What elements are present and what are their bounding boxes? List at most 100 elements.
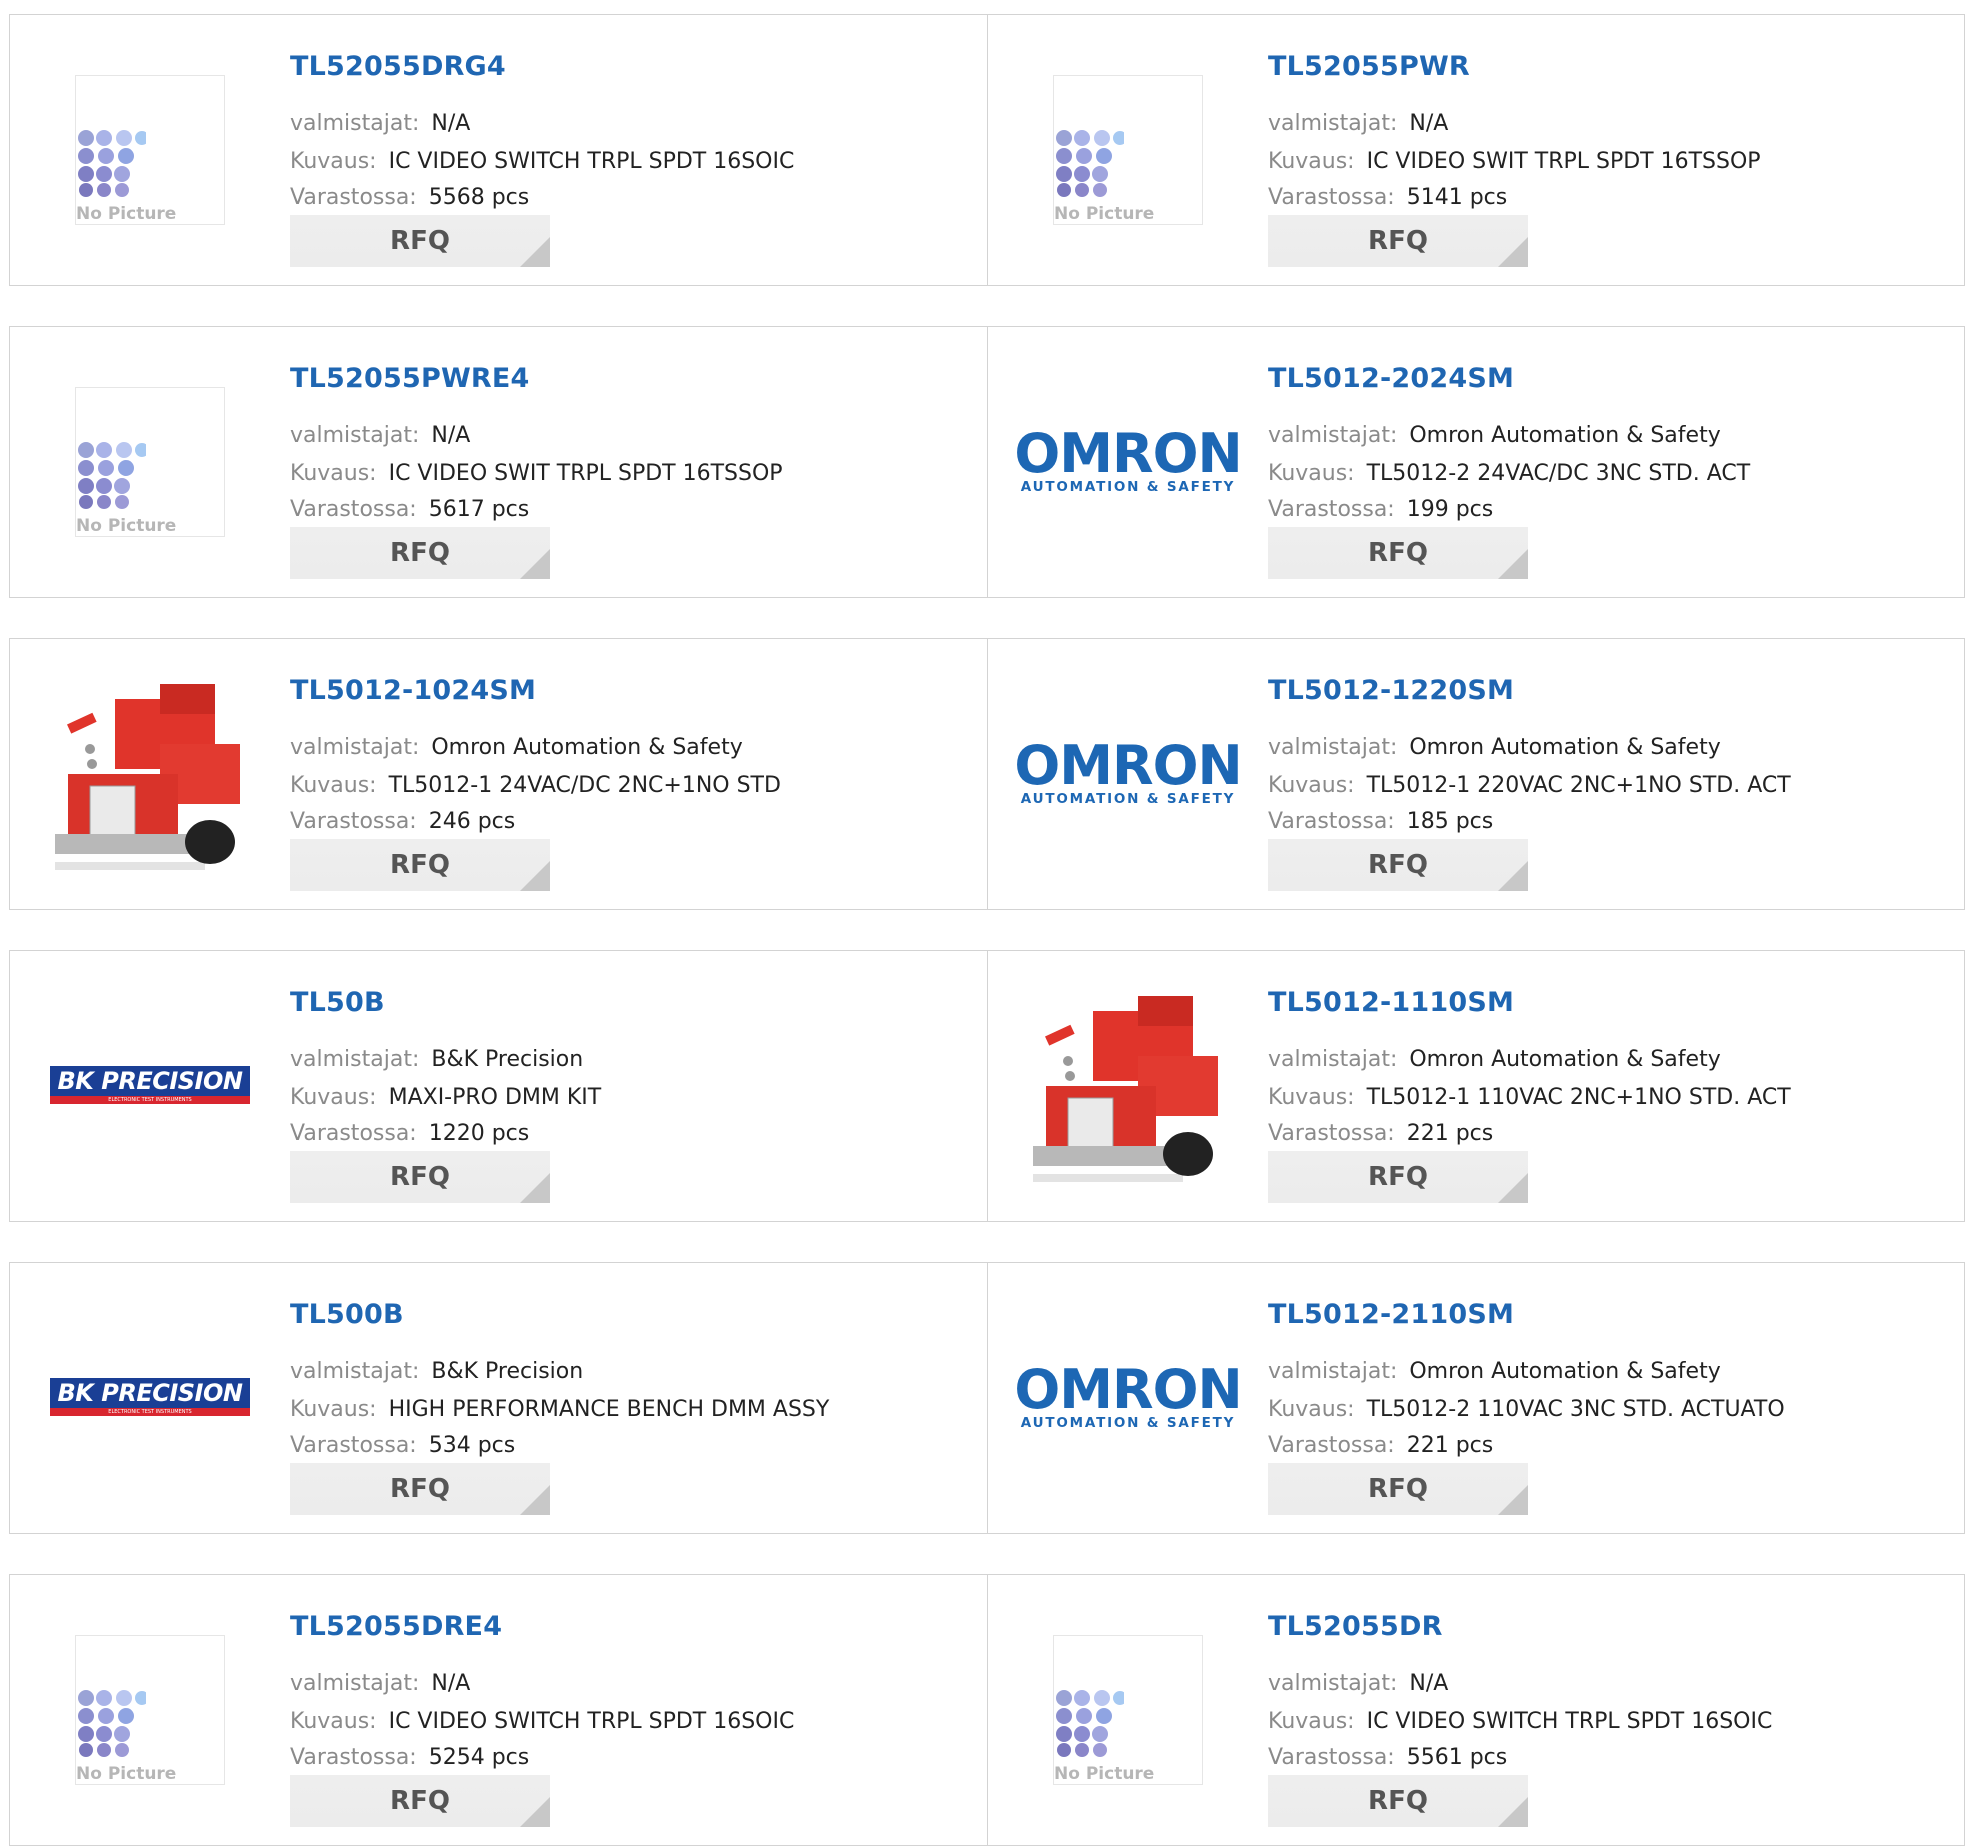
product-part-link[interactable]: TL52055DR <box>1268 1611 1443 1642</box>
product-image[interactable]: No Picture <box>50 387 250 537</box>
stock-line: Varastossa: 221 pcs <box>1268 1435 1493 1457</box>
description-value: MAXI-PRO DMM KIT <box>388 1085 602 1110</box>
safety-switch-photo <box>55 684 240 870</box>
product-card: No Picture TL52055DRG4 valmistajat: N/A K… <box>9 14 988 286</box>
bk-wordmark: BK PRECISION <box>50 1066 250 1096</box>
product-image[interactable]: No Picture <box>50 75 250 225</box>
stock-label: Varastossa: <box>1268 1121 1395 1146</box>
rfq-button[interactable]: RFQ <box>290 1151 550 1203</box>
corner-triangle-icon <box>520 861 550 891</box>
no-picture-text: No Picture <box>76 1764 185 1784</box>
rfq-label: RFQ <box>1368 1786 1428 1816</box>
corner-triangle-icon <box>1498 1485 1528 1515</box>
product-image[interactable]: OMRON AUTOMATION & SAFETY <box>1014 1323 1242 1473</box>
product-part-link[interactable]: TL5012-1220SM <box>1268 675 1514 706</box>
stock-label: Varastossa: <box>290 1433 417 1458</box>
rfq-button[interactable]: RFQ <box>290 527 550 579</box>
rfq-button[interactable]: RFQ <box>1268 1775 1528 1827</box>
product-image[interactable] <box>50 684 250 870</box>
description-label: Kuvaus: <box>290 773 377 798</box>
manufacturer-label: valmistajat: <box>290 1671 420 1696</box>
rfq-label: RFQ <box>390 1162 450 1192</box>
rfq-button[interactable]: RFQ <box>1268 1463 1528 1515</box>
rfq-label: RFQ <box>1368 1474 1428 1504</box>
corner-triangle-icon <box>520 1797 550 1827</box>
stock-line: Varastossa: 246 pcs <box>290 811 515 833</box>
description-label: Kuvaus: <box>1268 1397 1355 1422</box>
stock-label: Varastossa: <box>290 1745 417 1770</box>
stock-line: Varastossa: 534 pcs <box>290 1435 515 1457</box>
product-part-link[interactable]: TL52055DRE4 <box>290 1611 502 1642</box>
product-image[interactable]: OMRON AUTOMATION & SAFETY <box>1014 387 1242 537</box>
stock-line: Varastossa: 5568 pcs <box>290 187 529 209</box>
stock-line: Varastossa: 5561 pcs <box>1268 1747 1507 1769</box>
product-image[interactable]: OMRON AUTOMATION & SAFETY <box>1014 699 1242 849</box>
manufacturer-label: valmistajat: <box>290 735 420 760</box>
stock-line: Varastossa: 5617 pcs <box>290 499 529 521</box>
manufacturer-value: N/A <box>431 1671 471 1696</box>
manufacturer-label: valmistajat: <box>1268 735 1398 760</box>
rfq-button[interactable]: RFQ <box>290 1463 550 1515</box>
product-part-link[interactable]: TL50B <box>290 987 385 1018</box>
corner-triangle-icon <box>1498 1797 1528 1827</box>
stock-value: 221 pcs <box>1406 1121 1494 1146</box>
description-value: IC VIDEO SWIT TRPL SPDT 16TSSOP <box>388 461 783 486</box>
manufacturer-label: valmistajat: <box>1268 1359 1398 1384</box>
no-picture-placeholder: No Picture <box>1053 75 1203 225</box>
rfq-button[interactable]: RFQ <box>290 1775 550 1827</box>
product-image[interactable]: BK PRECISION ELECTRONIC TEST INSTRUMENTS <box>50 1323 250 1473</box>
bk-precision-logo: BK PRECISION ELECTRONIC TEST INSTRUMENTS <box>50 1378 250 1418</box>
manufacturer-value: N/A <box>431 111 471 136</box>
product-card: BK PRECISION ELECTRONIC TEST INSTRUMENTS … <box>9 950 988 1222</box>
description-value: IC VIDEO SWITCH TRPL SPDT 16SOIC <box>388 1709 795 1734</box>
product-part-link[interactable]: TL52055PWRE4 <box>290 363 530 394</box>
rfq-button[interactable]: RFQ <box>290 839 550 891</box>
manufacturer-value: Omron Automation & Safety <box>1409 1359 1721 1384</box>
product-image[interactable]: No Picture <box>1028 1635 1228 1785</box>
product-image[interactable] <box>1028 996 1228 1182</box>
product-part-link[interactable]: TL5012-1110SM <box>1268 987 1514 1018</box>
rfq-button[interactable]: RFQ <box>1268 215 1528 267</box>
stock-label: Varastossa: <box>290 809 417 834</box>
rfq-button[interactable]: RFQ <box>290 215 550 267</box>
description-value: TL5012-1 24VAC/DC 2NC+1NO STD <box>388 773 781 798</box>
manufacturer-line: valmistajat: Omron Automation & Safety <box>1268 425 1721 447</box>
manufacturer-value: B&K Precision <box>431 1047 584 1072</box>
description-line: Kuvaus: IC VIDEO SWITCH TRPL SPDT 16SOIC <box>1268 1711 1772 1733</box>
manufacturer-label: valmistajat: <box>290 111 420 136</box>
description-value: TL5012-2 110VAC 3NC STD. ACTUATO <box>1366 1397 1785 1422</box>
product-row: No Picture TL52055DRE4 valmistajat: N/A K… <box>9 1574 1965 1846</box>
manufacturer-value: Omron Automation & Safety <box>1409 1047 1721 1072</box>
product-part-link[interactable]: TL52055PWR <box>1268 51 1470 82</box>
description-line: Kuvaus: TL5012-1 24VAC/DC 2NC+1NO STD <box>290 775 781 797</box>
corner-triangle-icon <box>1498 549 1528 579</box>
product-part-link[interactable]: TL52055DRG4 <box>290 51 506 82</box>
omron-tagline: AUTOMATION & SAFETY <box>1020 1415 1236 1431</box>
manufacturer-value: Omron Automation & Safety <box>431 735 743 760</box>
rfq-button[interactable]: RFQ <box>1268 1151 1528 1203</box>
description-line: Kuvaus: MAXI-PRO DMM KIT <box>290 1087 601 1109</box>
corner-triangle-icon <box>1498 237 1528 267</box>
rfq-button[interactable]: RFQ <box>1268 527 1528 579</box>
product-card: No Picture TL52055DR valmistajat: N/A Kuv… <box>987 1574 1965 1846</box>
no-picture-placeholder: No Picture <box>1053 1635 1203 1785</box>
omron-wordmark: OMRON <box>1014 734 1242 797</box>
product-part-link[interactable]: TL5012-2110SM <box>1268 1299 1514 1330</box>
omron-logo: OMRON AUTOMATION & SAFETY <box>1014 427 1242 496</box>
stock-value: 246 pcs <box>428 809 516 834</box>
omron-tagline: AUTOMATION & SAFETY <box>1020 479 1236 495</box>
description-label: Kuvaus: <box>1268 461 1355 486</box>
corner-triangle-icon <box>520 237 550 267</box>
product-image[interactable]: No Picture <box>1028 75 1228 225</box>
rfq-button[interactable]: RFQ <box>1268 839 1528 891</box>
product-part-link[interactable]: TL5012-1024SM <box>290 675 536 706</box>
product-image[interactable]: No Picture <box>50 1635 250 1785</box>
bk-wordmark: BK PRECISION <box>50 1378 250 1408</box>
product-part-link[interactable]: TL5012-2024SM <box>1268 363 1514 394</box>
product-part-link[interactable]: TL500B <box>290 1299 404 1330</box>
product-image[interactable]: BK PRECISION ELECTRONIC TEST INSTRUMENTS <box>50 1011 250 1161</box>
no-picture-icon <box>1056 1690 1124 1757</box>
product-row: No Picture TL52055PWRE4 valmistajat: N/A … <box>9 326 1965 598</box>
stock-value: 185 pcs <box>1406 809 1494 834</box>
rfq-label: RFQ <box>390 226 450 256</box>
